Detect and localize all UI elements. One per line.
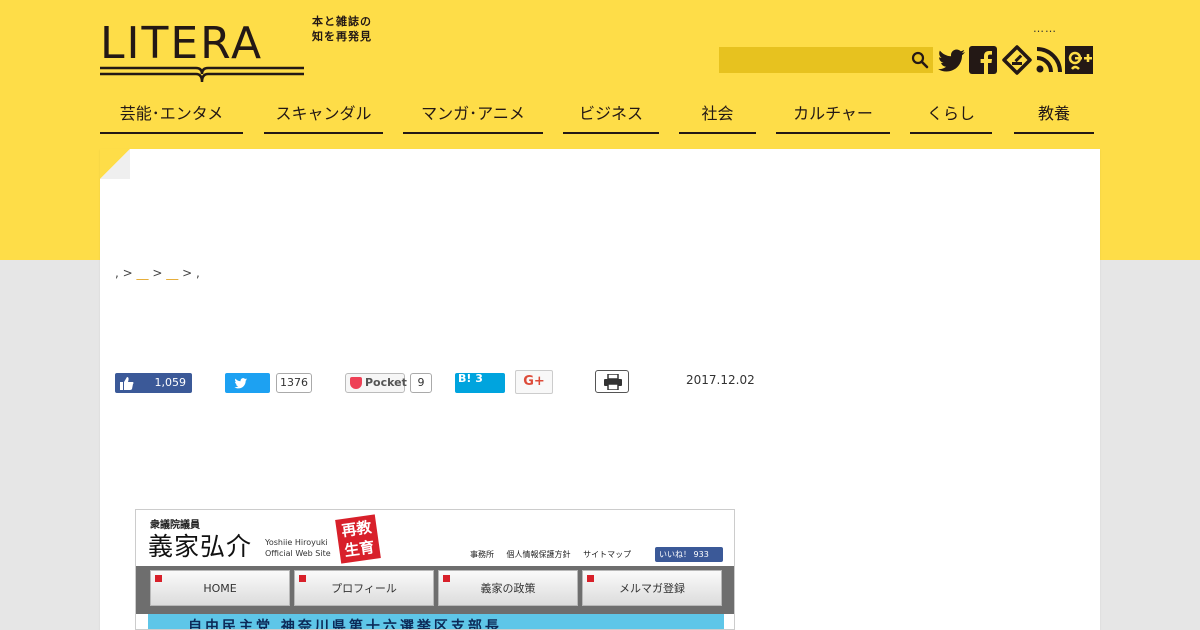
feedly-icon[interactable] <box>1002 45 1032 75</box>
search-icon[interactable] <box>911 51 929 69</box>
pocket-button[interactable]: Pocket <box>345 373 407 393</box>
pocket-count: 9 <box>410 373 432 393</box>
tweet-button[interactable] <box>225 373 270 393</box>
google-plus-icon[interactable] <box>1064 45 1094 75</box>
embedded-link: 個人情報保護方針 <box>506 550 571 559</box>
pocket-icon <box>350 377 362 389</box>
breadcrumb-link-2[interactable]: __ <box>166 266 178 280</box>
breadcrumb-start: , <box>115 266 119 280</box>
tweet-count: 1376 <box>276 373 312 393</box>
breadcrumb-separator: > <box>182 266 193 280</box>
rss-icon[interactable] <box>1034 45 1064 75</box>
breadcrumb: , > __ > __ > , <box>115 266 200 280</box>
embedded-roman-name: Yoshiie Hiroyuki Official Web Site <box>265 538 331 558</box>
embedded-link: 事務所 <box>470 550 494 559</box>
embedded-banner-text: 自由民主党 神奈川県第十六選挙区支部長 <box>188 619 502 630</box>
breadcrumb-separator: > <box>152 266 163 280</box>
embedded-like-badge: いいね！ 933 <box>655 547 723 562</box>
embedded-nav: HOME プロフィール 義家の政策 メルマガ登録 <box>136 566 734 614</box>
nav-item-culture-education[interactable]: 教養 <box>1014 100 1094 134</box>
pocket-label: Pocket <box>365 376 407 389</box>
facebook-like-button[interactable]: 1,059 <box>115 373 192 393</box>
twitter-icon <box>234 378 248 389</box>
print-button[interactable] <box>595 370 629 393</box>
breadcrumb-separator: > <box>122 266 133 280</box>
breadcrumb-link-1[interactable]: __ <box>137 266 149 280</box>
nav-item-scandal[interactable]: スキャンダル <box>264 100 383 134</box>
article-date: 2017.12.02 <box>686 373 755 387</box>
site-logo[interactable]: LITERA 本と雑誌の 知を再発見 <box>100 14 390 86</box>
embedded-nav-button: HOME <box>150 570 290 606</box>
header-dots: …… <box>1033 22 1057 35</box>
page-fold-corner <box>100 149 132 181</box>
embedded-header-links: 事務所 個人情報保護方針 サイトマップ <box>470 549 641 560</box>
nav-item-business[interactable]: ビジネス <box>563 100 659 134</box>
embedded-name: 義家弘介 <box>148 532 253 561</box>
embedded-banner: 自由民主党 神奈川県第十六選挙区支部長 <box>148 614 724 630</box>
embedded-link: サイトマップ <box>583 550 632 559</box>
main-nav: 芸能･エンタメ スキャンダル マンガ･アニメ ビジネス 社会 カルチャー くらし… <box>100 100 1094 134</box>
search-input[interactable] <box>719 47 905 73</box>
breadcrumb-end: , <box>195 266 200 280</box>
nav-item-culture[interactable]: カルチャー <box>776 100 890 134</box>
twitter-icon[interactable] <box>937 45 967 75</box>
hatena-bookmark-button[interactable]: B! 3 <box>455 372 505 393</box>
nav-item-society[interactable]: 社会 <box>679 100 756 134</box>
nav-item-entertainment[interactable]: 芸能･エンタメ <box>100 100 243 134</box>
thumbs-up-icon <box>120 377 134 390</box>
google-plus-button[interactable]: G+ <box>515 370 553 394</box>
book-icon <box>100 66 304 83</box>
nav-item-life[interactable]: くらし <box>910 100 992 134</box>
nav-item-manga-anime[interactable]: マンガ･アニメ <box>403 100 543 134</box>
facebook-like-count: 1,059 <box>154 376 187 389</box>
embedded-nav-button: 義家の政策 <box>438 570 578 606</box>
printer-icon <box>604 374 622 390</box>
embedded-nav-button: メルマガ登録 <box>582 570 722 606</box>
logo-wordmark: LITERA <box>100 18 264 69</box>
facebook-icon[interactable] <box>968 45 998 75</box>
search-box <box>719 47 933 73</box>
article-image: 衆議院議員 義家弘介 Yoshiie Hiroyuki Official Web… <box>135 509 735 630</box>
embedded-nav-button: プロフィール <box>294 570 434 606</box>
logo-tagline: 本と雑誌の 知を再発見 <box>312 15 372 43</box>
hatena-label: B! 3 <box>458 372 483 385</box>
embedded-stamp: 再教 生育 <box>335 514 381 564</box>
